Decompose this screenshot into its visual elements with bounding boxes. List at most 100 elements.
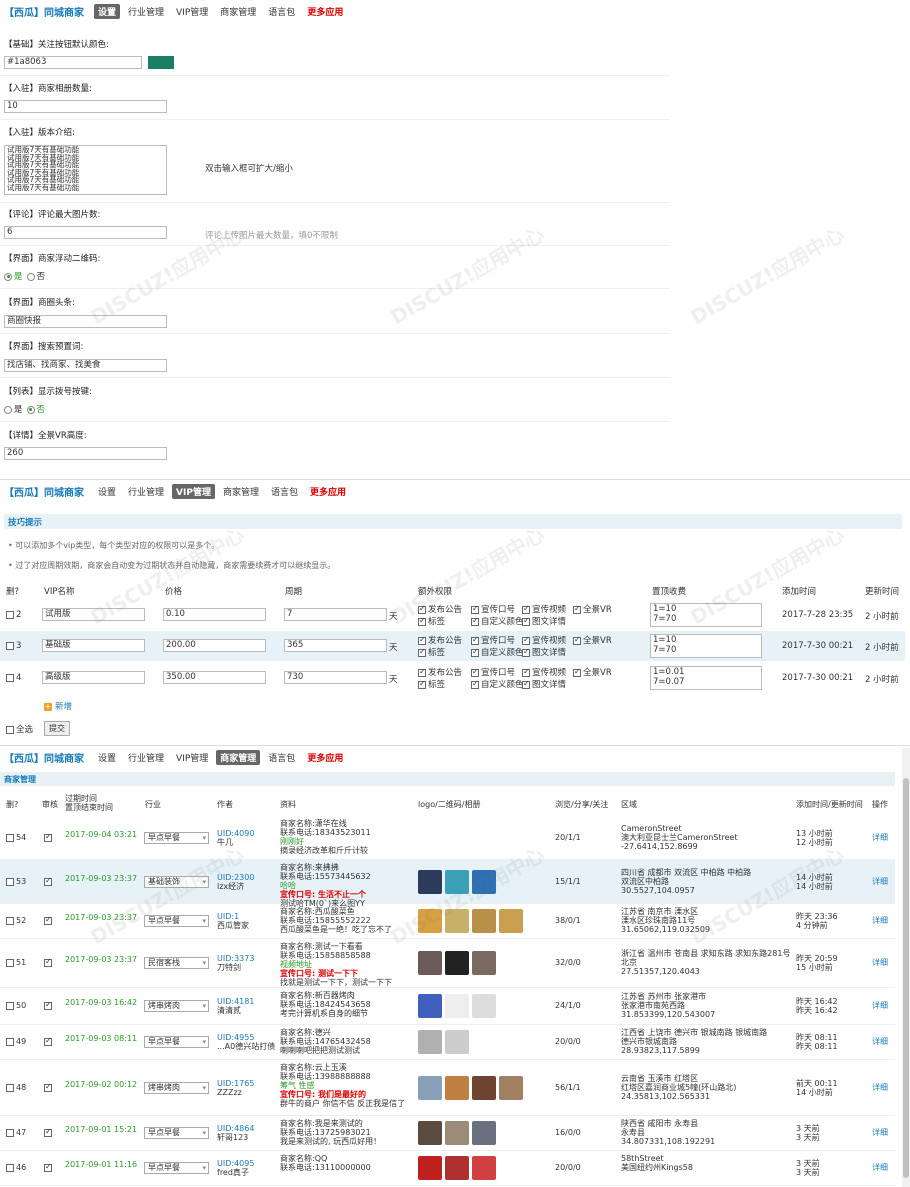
submit-button[interactable]: 提交 [44, 721, 70, 736]
m-row-industry-select[interactable]: 民宿客栈 [144, 957, 209, 969]
m-row-detail-link[interactable]: 详细 [872, 1037, 888, 1046]
album-thumbnail[interactable] [418, 1121, 442, 1145]
m-row-uid[interactable]: UID:1765 [217, 1079, 254, 1088]
tab-language[interactable]: 语言包 [267, 484, 302, 499]
album-thumbnail[interactable] [472, 1121, 496, 1145]
tab-industry[interactable]: 行业管理 [124, 484, 168, 499]
qrcode-no[interactable]: 否 [26, 270, 45, 282]
album-thumbnail[interactable] [445, 994, 469, 1018]
m-row-uid[interactable]: UID:4090 [217, 829, 254, 838]
album-thumbnail[interactable] [445, 870, 469, 894]
m-row-delete[interactable]: 52 [6, 916, 26, 925]
perm-video[interactable]: 宣传视频 [522, 666, 566, 678]
perm-tag[interactable]: 标签 [418, 646, 445, 658]
m-row-audit[interactable] [44, 957, 54, 967]
album-thumbnail[interactable] [418, 951, 442, 975]
album-input[interactable]: 10 [4, 100, 167, 113]
m-row-detail-link[interactable]: 详细 [872, 916, 888, 925]
vip-row-delete[interactable]: 3 [6, 641, 21, 651]
m-row-delete[interactable]: 49 [6, 1037, 26, 1046]
tab-more-apps[interactable]: 更多应用 [306, 484, 350, 499]
album-thumbnail[interactable] [445, 1156, 469, 1180]
vip-period-input[interactable]: 730 [284, 671, 387, 684]
perm-detail[interactable]: 图文详情 [522, 678, 566, 690]
tab-vip[interactable]: VIP管理 [172, 483, 215, 499]
perm-vr[interactable]: 全景VR [573, 666, 612, 678]
m-row-audit[interactable] [44, 876, 54, 886]
m-row-industry-select[interactable]: 烤串烤肉 [144, 1082, 209, 1094]
album-thumbnail[interactable] [499, 909, 523, 933]
m-row-uid[interactable]: UID:2300 [217, 873, 254, 882]
album-thumbnail[interactable] [418, 1076, 442, 1100]
vr-input[interactable]: 260 [4, 447, 167, 460]
m-row-delete[interactable]: 46 [6, 1163, 26, 1172]
album-thumbnail[interactable] [418, 994, 442, 1018]
m-row-industry-select[interactable]: 早点早餐 [144, 1162, 209, 1174]
album-thumbnail[interactable] [418, 1156, 442, 1180]
m-row-uid[interactable]: UID:3373 [217, 954, 254, 963]
m-row-uid[interactable]: UID:1 [217, 912, 239, 921]
search-input[interactable]: 找店铺、找商家、找美食 [4, 359, 167, 372]
album-thumbnail[interactable] [472, 951, 496, 975]
tab-vip[interactable]: VIP管理 [172, 750, 212, 765]
album-thumbnail[interactable] [418, 1030, 442, 1054]
vip-row-delete[interactable]: 4 [6, 673, 21, 683]
m-row-detail-link[interactable]: 详细 [872, 958, 888, 967]
perm-detail[interactable]: 图文详情 [522, 615, 566, 627]
vip-name-input[interactable]: 基础版 [42, 639, 145, 652]
m-row-delete[interactable]: 51 [6, 958, 26, 967]
m-row-industry-select[interactable]: 早点早餐 [144, 832, 209, 844]
m-row-uid[interactable]: UID:4181 [217, 997, 254, 1006]
perm-vr[interactable]: 全景VR [573, 634, 612, 646]
tab-more-apps[interactable]: 更多应用 [303, 750, 347, 765]
album-thumbnail[interactable] [445, 1030, 469, 1054]
comment-input[interactable]: 6 [4, 226, 167, 239]
vip-price-input[interactable]: 350.00 [163, 671, 266, 684]
scrollbar[interactable] [902, 748, 910, 1187]
perm-color[interactable]: 自定义颜色 [471, 678, 524, 690]
m-row-audit[interactable] [44, 1036, 54, 1046]
vip-name-input[interactable]: 高级版 [42, 671, 145, 684]
tab-language[interactable]: 语言包 [264, 4, 299, 19]
m-row-delete[interactable]: 54 [6, 833, 26, 842]
tab-industry[interactable]: 行业管理 [124, 4, 168, 19]
m-row-industry-select[interactable]: 基础装饰 [144, 876, 209, 888]
tab-merchants[interactable]: 商家管理 [216, 4, 260, 19]
perm-slogan[interactable]: 宣传口号 [471, 634, 515, 646]
m-row-audit[interactable] [44, 915, 54, 925]
m-row-detail-link[interactable]: 详细 [872, 877, 888, 886]
m-row-audit[interactable] [44, 1162, 54, 1172]
m-row-industry-select[interactable]: 早点早餐 [144, 1036, 209, 1048]
top-fee-textarea[interactable]: 1=10 7=70 [650, 603, 762, 627]
m-row-delete[interactable]: 48 [6, 1083, 26, 1092]
m-row-industry-select[interactable]: 早点早餐 [144, 915, 209, 927]
album-thumbnail[interactable] [445, 1076, 469, 1100]
perm-color[interactable]: 自定义颜色 [471, 615, 524, 627]
album-thumbnail[interactable] [472, 1156, 496, 1180]
perm-notice[interactable]: 发布公告 [418, 666, 462, 678]
m-row-uid[interactable]: UID:4864 [217, 1124, 254, 1133]
perm-notice[interactable]: 发布公告 [418, 634, 462, 646]
perm-vr[interactable]: 全景VR [573, 603, 612, 615]
perm-detail[interactable]: 图文详情 [522, 646, 566, 658]
perm-video[interactable]: 宣传视频 [522, 603, 566, 615]
select-all[interactable]: 全选 [6, 723, 33, 735]
perm-slogan[interactable]: 宣传口号 [471, 666, 515, 678]
color-swatch[interactable] [148, 56, 174, 69]
m-row-audit[interactable] [44, 1000, 54, 1010]
tab-language[interactable]: 语言包 [264, 750, 299, 765]
m-row-uid[interactable]: UID:4955 [217, 1033, 254, 1042]
vip-price-input[interactable]: 200.00 [163, 639, 266, 652]
follow-color-input[interactable]: #1a8063 [4, 56, 142, 69]
album-thumbnail[interactable] [445, 909, 469, 933]
perm-video[interactable]: 宣传视频 [522, 634, 566, 646]
scrollbar-thumb[interactable] [903, 778, 909, 1178]
tab-more-apps[interactable]: 更多应用 [303, 4, 347, 19]
perm-color[interactable]: 自定义颜色 [471, 646, 524, 658]
tab-settings[interactable]: 设置 [94, 750, 120, 765]
vip-name-input[interactable]: 试用版 [42, 608, 145, 621]
perm-slogan[interactable]: 宣传口号 [471, 603, 515, 615]
perm-notice[interactable]: 发布公告 [418, 603, 462, 615]
version-textarea[interactable]: 试用版7天有基础功能 试用版7天有基础功能 试用版7天有基础功能 试用版7天有基… [4, 145, 167, 195]
album-thumbnail[interactable] [499, 1076, 523, 1100]
